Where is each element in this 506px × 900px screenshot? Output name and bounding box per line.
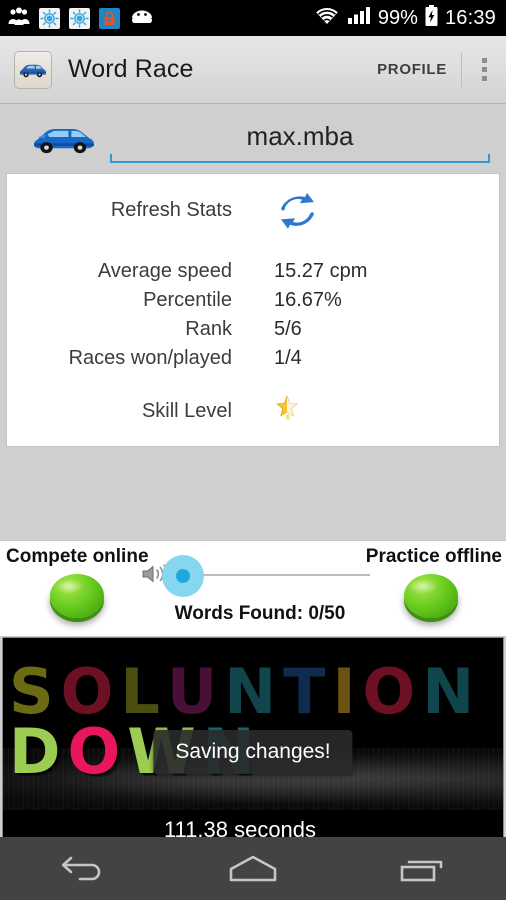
overflow-dot	[481, 76, 487, 81]
letter-tile[interactable]: D	[9, 720, 60, 782]
letter-tile[interactable]: L	[120, 660, 160, 722]
back-button[interactable]	[34, 837, 134, 900]
letter-tile[interactable]: O	[61, 660, 114, 722]
button-highlight	[54, 579, 84, 594]
game-mode-panel: Compete online Practice offline Words Fo…	[0, 540, 506, 637]
sync-settings-icon	[39, 7, 60, 29]
car-app-icon[interactable]	[14, 50, 52, 89]
username-value: max.mba	[246, 120, 354, 151]
stat-row-rank: Rank 5/6	[9, 316, 497, 343]
battery-percent-label: 99%	[377, 6, 418, 29]
game-board[interactable]: S O L U N T I O N D O W N Saving changes…	[2, 637, 504, 848]
stats-card: Refresh Stats Average speed 15.27 cpm Pe…	[6, 173, 500, 447]
practice-offline-label: Practice offline	[365, 546, 502, 567]
action-bar-actions: PROFILE	[363, 36, 506, 103]
lock-icon	[99, 7, 120, 29]
action-bar: Word Race PROFILE	[0, 36, 506, 104]
phone-screen: 99% 16:39 Word Race PROFILE max.mba Refr…	[0, 0, 506, 900]
skill-level-label: Skill Level	[141, 399, 232, 422]
stat-row-average-speed: Average speed 15.27 cpm	[9, 258, 497, 285]
stat-label: Average speed	[97, 260, 232, 282]
home-button[interactable]	[203, 837, 303, 900]
volume-slider-thumb[interactable]	[176, 569, 190, 583]
profile-button[interactable]: PROFILE	[363, 36, 461, 103]
status-bar: 99% 16:39	[0, 0, 506, 36]
battery-charging-icon	[425, 4, 438, 32]
half-star-icon	[254, 394, 497, 428]
recents-button[interactable]	[372, 837, 472, 900]
compete-online-button[interactable]	[48, 574, 106, 626]
page-title: Word Race	[68, 55, 194, 83]
practice-offline-button[interactable]	[402, 574, 460, 626]
android-head-icon	[129, 7, 155, 30]
letter-tile[interactable]: O	[363, 660, 416, 722]
stat-row-races-won-played: Races won/played 1/4	[9, 345, 497, 372]
letter-tile[interactable]: N	[422, 660, 474, 722]
letter-tile[interactable]: U	[167, 660, 217, 722]
status-bar-system-icons: 99% 16:39	[314, 4, 496, 32]
overflow-menu-button[interactable]	[462, 36, 506, 103]
stats-table: Refresh Stats Average speed 15.27 cpm Pe…	[7, 188, 499, 430]
status-bar-clock: 16:39	[444, 6, 496, 29]
stat-row-skill-level: Skill Level	[9, 394, 497, 428]
blue-car-icon	[24, 121, 104, 157]
words-found-label: Words Found: 0/50	[174, 603, 346, 624]
stat-value: 5/6	[274, 318, 302, 340]
username-bar: max.mba	[0, 104, 506, 173]
stats-spacer	[9, 374, 497, 392]
letter-tile[interactable]: T	[283, 660, 325, 722]
stat-row-percentile: Percentile 16.67%	[9, 287, 497, 314]
status-bar-notification-icons	[8, 6, 155, 31]
volume-slider-track[interactable]	[180, 574, 370, 576]
stat-label: Percentile	[143, 289, 232, 311]
letter-tile[interactable]: O	[67, 720, 120, 782]
refresh-stats-row[interactable]: Refresh Stats	[9, 190, 497, 236]
people-icon	[8, 6, 30, 31]
username-input[interactable]: max.mba	[110, 115, 490, 163]
stats-spacer	[9, 238, 497, 256]
button-highlight	[408, 579, 438, 594]
letter-tile[interactable]: N	[224, 660, 276, 722]
letter-tile[interactable]: I	[332, 660, 355, 722]
stat-label: Races won/played	[68, 347, 232, 369]
sync-settings-icon-2	[69, 7, 90, 29]
cell-signal-icon	[347, 6, 371, 30]
username-underline	[110, 153, 490, 163]
toast-message: Saving changes!	[153, 730, 353, 774]
word-row-1: S O L U N T I O N	[9, 660, 474, 722]
stat-value: 1/4	[274, 347, 302, 369]
android-nav-bar	[0, 837, 506, 900]
content-gap	[0, 447, 506, 540]
wifi-icon	[314, 6, 340, 30]
refresh-arrows-icon[interactable]	[254, 190, 497, 236]
letter-tile[interactable]: S	[9, 660, 54, 722]
refresh-stats-label: Refresh Stats	[110, 198, 232, 221]
compete-online-label: Compete online	[6, 546, 149, 567]
overflow-dot	[481, 67, 487, 72]
stat-label: Rank	[185, 318, 232, 340]
overflow-dot	[481, 58, 487, 63]
stat-value: 16.67%	[274, 289, 342, 311]
stat-value: 15.27 cpm	[274, 260, 368, 282]
